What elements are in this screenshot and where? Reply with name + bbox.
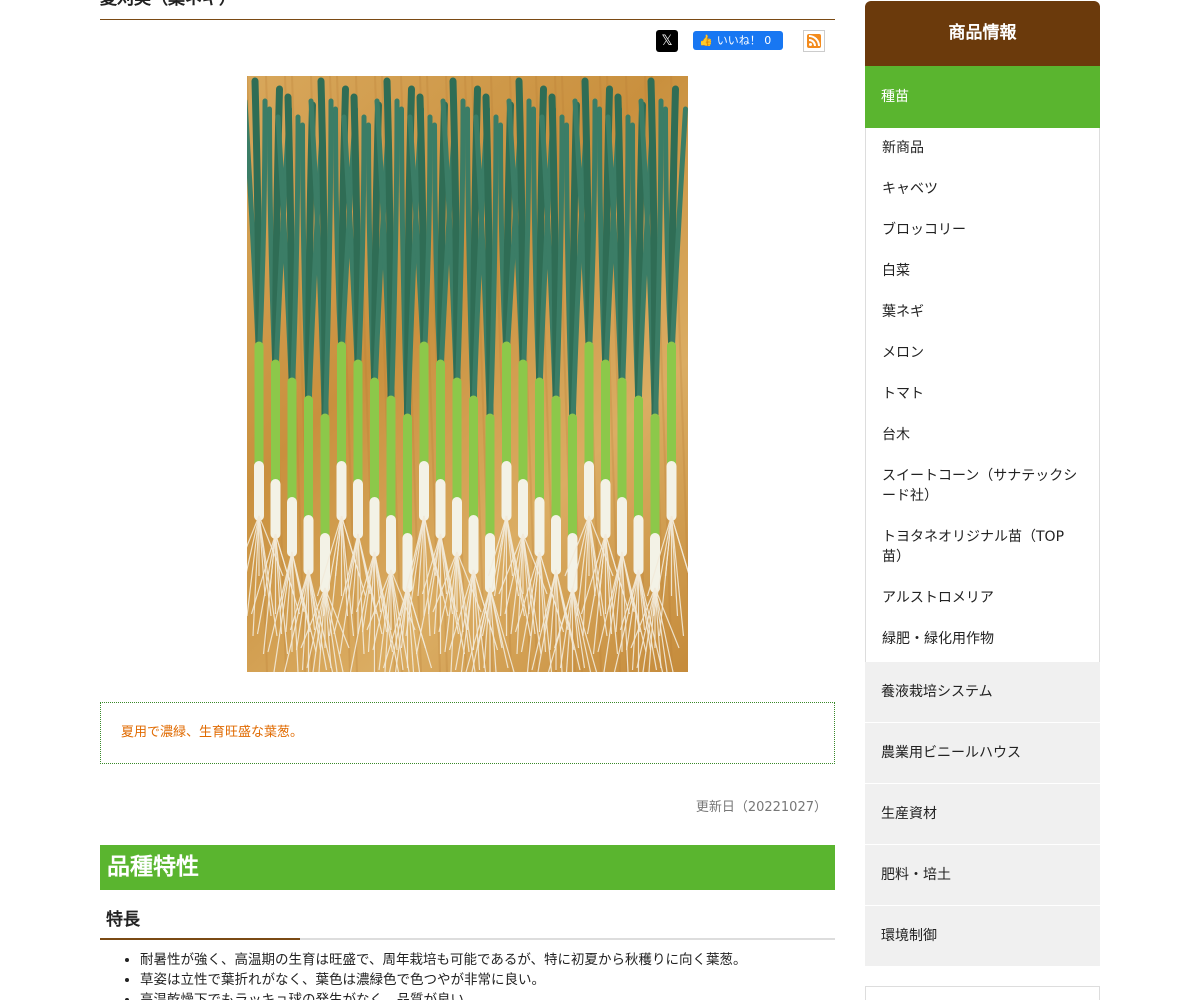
sidebar-item-environment-control[interactable]: 環境制御 bbox=[865, 906, 1100, 967]
facebook-like-button[interactable]: 👍 いいね！ 0 bbox=[693, 31, 783, 50]
rss-button[interactable] bbox=[803, 30, 825, 52]
sidebar: 商品情報 種苗 新商品 キャベツ ブロッコリー 白菜 葉ネギ メロン トマト 台… bbox=[865, 1, 1100, 967]
section-heading-variety: 品種特性 bbox=[100, 845, 835, 890]
share-bar: 𝕏 👍 いいね！ 0 bbox=[100, 30, 835, 52]
sidebar-subitem-broccoli[interactable]: ブロッコリー bbox=[866, 210, 1099, 251]
thumbs-up-icon: 👍 bbox=[699, 34, 713, 47]
sidebar-subitem-new[interactable]: 新商品 bbox=[866, 128, 1099, 169]
sidebar-submenu: 新商品 キャベツ ブロッコリー 白菜 葉ネギ メロン トマト 台木 スイートコー… bbox=[865, 128, 1100, 662]
sidebar-item-materials[interactable]: 生産資材 bbox=[865, 784, 1100, 845]
sidebar-item-greenhouse[interactable]: 農業用ビニールハウス bbox=[865, 723, 1100, 784]
list-item: 耐暑性が強く、高温期の生育は旺盛で、周年栽培も可能であるが、特に初夏から秋穫りに… bbox=[140, 950, 830, 970]
sidebar-subitem-melon[interactable]: メロン bbox=[866, 333, 1099, 374]
sidebar-subitem-green-manure[interactable]: 緑肥・緑化用作物 bbox=[866, 619, 1099, 660]
scallions-illustration bbox=[247, 76, 688, 672]
updated-date: 更新日（20221027） bbox=[695, 800, 827, 815]
sidebar-subitem-sweetcorn[interactable]: スイートコーン（サナテックシード社） bbox=[866, 456, 1099, 517]
sidebar-subitem-top-seedling[interactable]: トヨタネオリジナル苗（TOP苗） bbox=[866, 517, 1099, 578]
sidebar-subitem-cabbage[interactable]: キャベツ bbox=[866, 169, 1099, 210]
sidebar-item-hydroponics[interactable]: 養液栽培システム bbox=[865, 662, 1100, 723]
sidebar-next-box bbox=[865, 986, 1100, 1000]
rss-icon bbox=[807, 34, 821, 48]
sidebar-subitem-alstroemeria[interactable]: アルストロメリア bbox=[866, 578, 1099, 619]
features-list: 耐暑性が強く、高温期の生育は旺盛で、周年栽培も可能であるが、特に初夏から秋穫りに… bbox=[140, 950, 830, 1000]
catch-copy: 夏用で濃緑、生育旺盛な葉葱。 bbox=[121, 725, 304, 740]
sidebar-item-fertilizer[interactable]: 肥料・培土 bbox=[865, 845, 1100, 906]
page-title: 夏刈美（葉ネギ） bbox=[100, 0, 835, 20]
x-share-button[interactable]: 𝕏 bbox=[656, 30, 678, 52]
sidebar-subitem-green-onion[interactable]: 葉ネギ bbox=[866, 292, 1099, 333]
sidebar-subitem-hakusai[interactable]: 白菜 bbox=[866, 251, 1099, 292]
x-logo-icon: 𝕏 bbox=[661, 33, 673, 49]
list-item: 草姿は立性で葉折れがなく、葉色は濃緑色で色つやが非常に良い。 bbox=[140, 970, 830, 990]
sidebar-item-seeds[interactable]: 種苗 bbox=[865, 66, 1100, 128]
sidebar-heading: 商品情報 bbox=[865, 1, 1100, 66]
product-photo bbox=[247, 76, 688, 672]
sidebar-subitem-rootstock[interactable]: 台木 bbox=[866, 415, 1099, 456]
sidebar-subitem-tomato[interactable]: トマト bbox=[866, 374, 1099, 415]
catch-copy-box: 夏用で濃緑、生育旺盛な葉葱。 bbox=[100, 702, 835, 764]
facebook-like-label: いいね！ 0 bbox=[716, 34, 772, 47]
list-item: 高温乾燥下でもラッキョ球の発生がなく、品質が良い。 bbox=[140, 990, 830, 1000]
sub-heading-features: 特長 bbox=[100, 906, 835, 940]
